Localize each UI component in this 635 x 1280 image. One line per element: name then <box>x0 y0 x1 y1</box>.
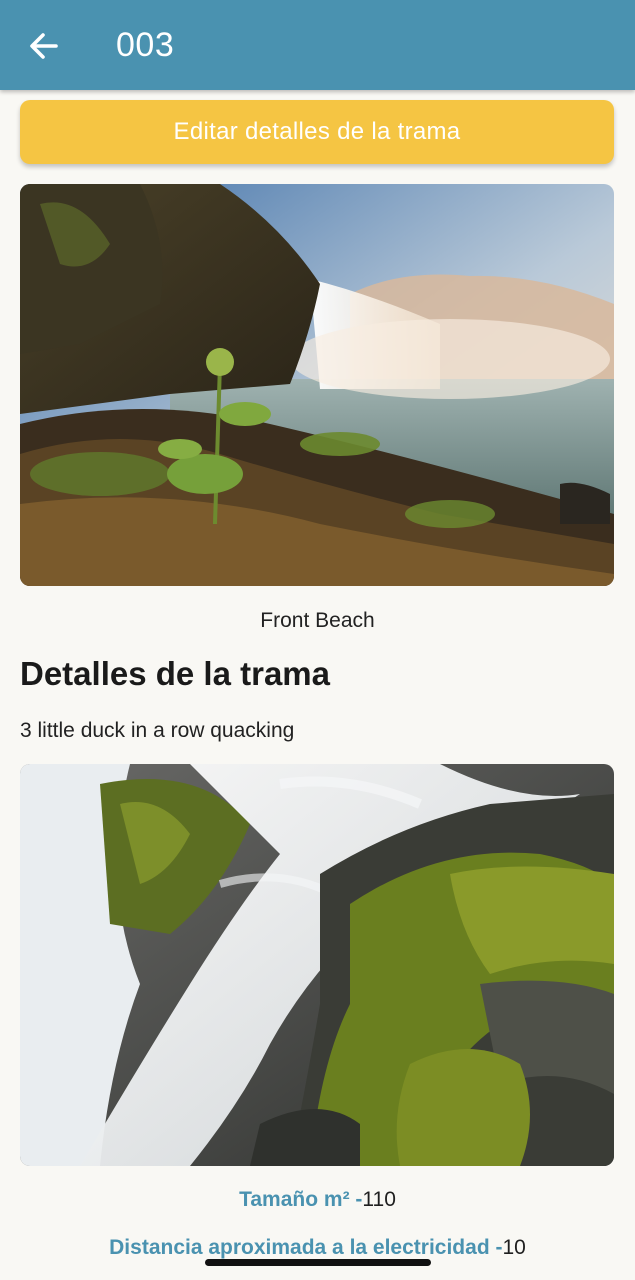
plot-location-caption: Front Beach <box>260 609 375 632</box>
plot-description: 3 little duck in a row quacking <box>20 719 295 742</box>
plot-size-row: Tamaño m² -110 <box>0 1188 635 1212</box>
app-bar: 003 <box>0 0 635 90</box>
plot-size-value: 110 <box>362 1188 396 1211</box>
plot-size-label: Tamaño m² - <box>239 1188 363 1211</box>
plot-detail-photo <box>20 764 614 1166</box>
home-indicator <box>205 1259 431 1266</box>
edit-plot-details-button[interactable]: Editar detalles de la trama <box>20 100 614 164</box>
page-title: 003 <box>116 26 175 64</box>
electricity-distance-label: Distancia aproximada a la electricidad - <box>109 1236 503 1259</box>
section-title: Detalles de la trama <box>20 655 330 692</box>
electricity-distance-row: Distancia aproximada a la electricidad -… <box>0 1236 635 1260</box>
electricity-distance-value: 10 <box>502 1236 526 1259</box>
arrow-left-icon <box>30 33 58 59</box>
back-button[interactable] <box>22 24 66 68</box>
plot-cover-photo <box>20 184 614 586</box>
